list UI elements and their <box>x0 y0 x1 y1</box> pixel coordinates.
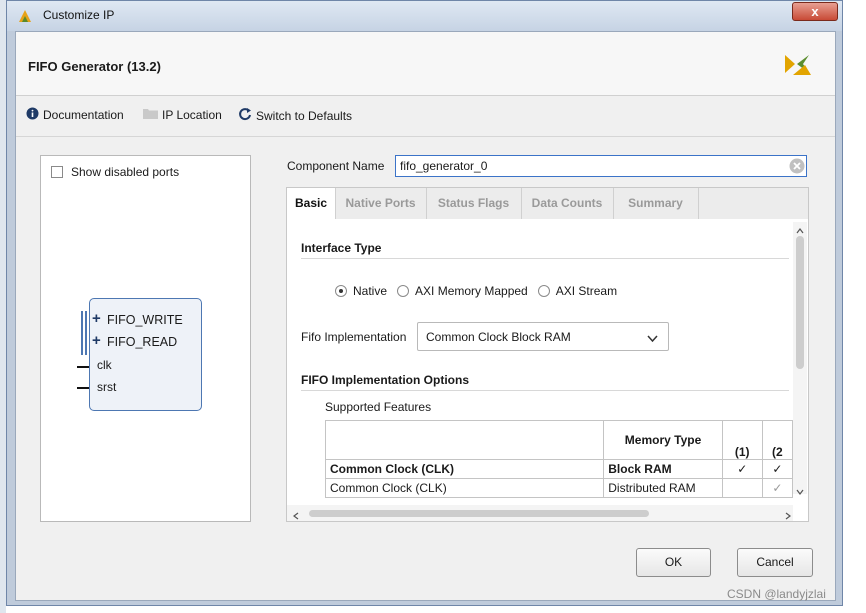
ip-title: FIFO Generator (13.2) <box>28 59 161 74</box>
header-col-2: (2 <box>761 420 793 460</box>
refresh-icon <box>238 107 252 124</box>
header-memory-type: Memory Type <box>603 420 723 460</box>
ip-location-button[interactable]: IP Location <box>143 107 222 122</box>
port-clk: clk <box>97 358 112 372</box>
ip-location-label: IP Location <box>162 107 222 122</box>
fifo-impl-value: Common Clock Block RAM <box>426 330 571 344</box>
interface-radio-group: Native AXI Memory Mapped AXI Stream <box>335 284 617 298</box>
title-bar[interactable]: Customize IP x <box>7 1 842 31</box>
radio-axi-stream-label: AXI Stream <box>555 284 618 298</box>
folder-icon <box>143 107 158 122</box>
port-fifo-read: FIFO_READ <box>107 335 178 349</box>
symbol-panel: Show disabled ports + FIFO_WRITE + FIFO_… <box>40 155 251 522</box>
toolbar: Documentation IP Location Switch to Defa… <box>16 96 835 137</box>
radio-axi-mm-label: AXI Memory Mapped <box>415 284 528 298</box>
divider <box>301 258 789 259</box>
tab-basic[interactable]: Basic <box>287 188 336 219</box>
port-srst: srst <box>97 380 117 394</box>
features-table: Memory Type (1) (2 Common Clock (CLK) Bl… <box>325 420 793 498</box>
tab-panel: Basic Native Ports Status Flags Data Cou… <box>286 187 809 522</box>
checkbox-box[interactable] <box>51 166 63 178</box>
tab-native-ports[interactable]: Native Ports <box>335 188 427 219</box>
switch-defaults-label: Switch to Defaults <box>256 108 353 123</box>
chevron-down-icon <box>647 332 658 346</box>
row-memory: Distributed RAM <box>603 478 723 498</box>
row-name: Common Clock (CLK) <box>325 459 605 479</box>
tab-summary[interactable]: Summary <box>613 188 699 219</box>
close-button[interactable]: x <box>792 2 838 21</box>
radio-native-label: Native <box>353 284 388 298</box>
bus-marker-read <box>81 333 87 355</box>
port-line-srst <box>77 387 89 389</box>
tab-data-counts[interactable]: Data Counts <box>521 188 614 219</box>
supported-features-label: Supported Features <box>325 400 432 414</box>
scroll-down-icon[interactable] <box>796 484 804 498</box>
documentation-button[interactable]: Documentation <box>26 107 124 123</box>
component-name-input[interactable]: fifo_generator_0 <box>395 155 807 177</box>
interface-type-heading: Interface Type <box>301 241 382 255</box>
radio-axi-memory-mapped[interactable] <box>397 285 410 297</box>
scroll-up-icon[interactable] <box>796 223 804 237</box>
features-table-viewport: Memory Type (1) (2 Common Clock (CLK) Bl… <box>325 420 793 504</box>
fifo-impl-select[interactable]: Common Clock Block RAM <box>417 322 669 351</box>
documentation-label: Documentation <box>43 108 124 122</box>
expand-plus-icon[interactable]: + <box>92 332 101 349</box>
impl-options-heading: FIFO Implementation Options <box>301 373 469 387</box>
horizontal-scroll-thumb[interactable] <box>309 510 649 517</box>
row-memory: Block RAM <box>603 459 723 479</box>
expand-plus-icon[interactable]: + <box>92 310 101 327</box>
scroll-left-icon[interactable] <box>293 509 299 523</box>
dialog-body: FIFO Generator (13.2) Documentation IP L… <box>15 31 836 601</box>
radio-native[interactable] <box>335 285 347 297</box>
tab-status-flags[interactable]: Status Flags <box>426 188 522 219</box>
bus-marker-write <box>81 311 87 333</box>
port-fifo-write: FIFO_WRITE <box>107 313 183 327</box>
tab-strip: Basic Native Ports Status Flags Data Cou… <box>287 188 808 219</box>
horizontal-scrollbar[interactable] <box>287 505 793 521</box>
desktop-edge-right <box>843 0 866 613</box>
row-check-2: ✓ <box>761 478 793 498</box>
port-line-clk <box>77 366 89 368</box>
customize-ip-window: Customize IP x FIFO Generator (13.2) Doc… <box>6 0 843 606</box>
cancel-button[interactable]: Cancel <box>737 548 813 577</box>
fifo-impl-label: Fifo Implementation <box>301 330 407 344</box>
table-row: Common Clock (CLK) Block RAM ✓ ✓ <box>325 459 793 479</box>
row-check-1: ✓ <box>721 459 763 479</box>
row-check-1 <box>721 478 763 498</box>
divider <box>301 390 789 391</box>
row-check-2: ✓ <box>761 459 793 479</box>
ip-header: FIFO Generator (13.2) <box>16 32 835 96</box>
radio-axi-stream[interactable] <box>537 285 550 297</box>
info-icon <box>26 107 39 123</box>
show-disabled-ports-checkbox[interactable]: Show disabled ports <box>51 165 179 179</box>
xilinx-logo-icon <box>783 51 813 80</box>
vertical-scrollbar[interactable] <box>793 222 807 495</box>
table-row: Common Clock (CLK) Distributed RAM ✓ <box>325 478 793 498</box>
table-header-cell <box>325 420 605 460</box>
show-disabled-ports-label: Show disabled ports <box>71 165 180 179</box>
watermark-text: CSDN @landyjzlai <box>727 587 826 601</box>
vertical-scroll-thumb[interactable] <box>796 236 804 369</box>
switch-defaults-button[interactable]: Switch to Defaults <box>238 107 352 124</box>
table-header-row: Memory Type (1) (2 <box>325 420 793 460</box>
clear-icon[interactable] <box>789 158 805 177</box>
scroll-right-icon[interactable] <box>785 509 791 523</box>
ok-button[interactable]: OK <box>636 548 711 577</box>
vivado-icon <box>18 9 32 26</box>
window-title: Customize IP <box>43 8 115 22</box>
row-name: Common Clock (CLK) <box>325 478 605 498</box>
header-col-1: (1) <box>721 420 763 460</box>
component-name-label: Component Name <box>287 159 385 173</box>
